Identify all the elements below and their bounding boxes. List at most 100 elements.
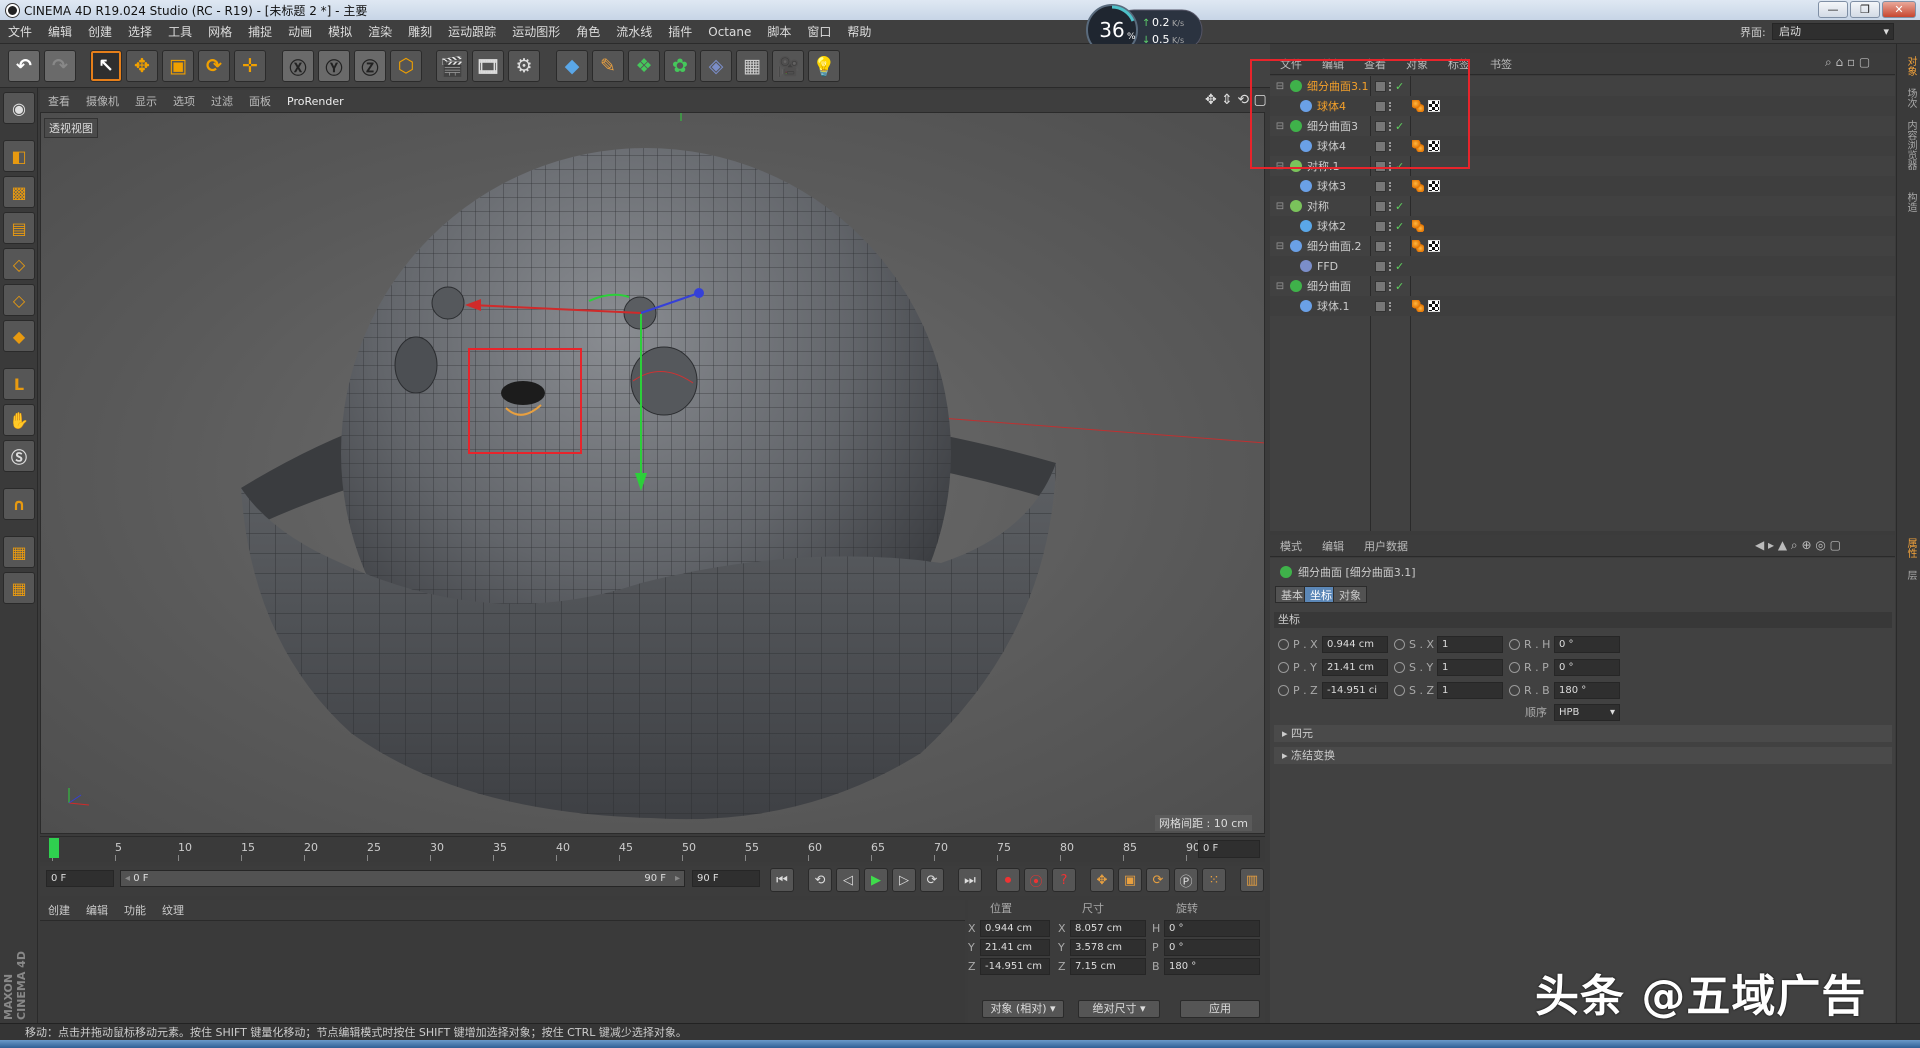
rot-b-radio[interactable] — [1509, 685, 1520, 696]
object-row[interactable]: 球体.1 — [1270, 296, 1895, 316]
tree-toggle-icon[interactable]: ⊟ — [1270, 201, 1290, 212]
coord-mode-select[interactable]: 对象 (相对) ▾ — [982, 1000, 1064, 1018]
render-settings-icon[interactable]: ⚙ — [508, 50, 540, 82]
visibility-toggles[interactable]: ✓ — [1375, 260, 1407, 273]
visibility-toggles[interactable]: ✓ — [1375, 200, 1407, 213]
menu-item[interactable]: Octane — [700, 25, 759, 39]
scale-y-input[interactable]: 1 — [1437, 659, 1503, 676]
menu-item[interactable]: 编辑 — [40, 23, 80, 40]
layer-icon[interactable] — [1375, 280, 1386, 292]
size-mode-select[interactable]: 绝对尺寸 ▾ — [1078, 1000, 1160, 1018]
make-editable-icon[interactable]: ◉ — [3, 92, 35, 124]
tree-toggle-icon[interactable]: ⊟ — [1270, 281, 1290, 292]
editor-render-visibility-icon[interactable] — [1389, 281, 1392, 291]
freeze-transform-expander[interactable]: ▸ 冻结变换 — [1274, 747, 1892, 764]
checker-material-tag-icon[interactable] — [1428, 240, 1440, 252]
planar-workplane-icon[interactable]: ▦ — [3, 572, 35, 604]
menu-item[interactable]: 脚本 — [759, 23, 799, 40]
prev-frame-icon[interactable]: ◁ — [836, 868, 860, 892]
side-tab-takes[interactable]: 场次 — [1900, 88, 1918, 108]
pos-y-input[interactable]: 21.41 cm — [1322, 659, 1388, 676]
phong-tag-icon[interactable] — [1412, 220, 1424, 232]
rot-p-radio[interactable] — [1509, 662, 1520, 673]
coord-size-input[interactable]: 8.057 cm — [1070, 920, 1146, 937]
light-icon[interactable]: 💡 — [808, 50, 840, 82]
layout-select[interactable]: 启动 ▾ — [1772, 23, 1894, 40]
goto-start-icon[interactable]: ⏮ — [770, 868, 794, 892]
coord-size-input[interactable]: 3.578 cm — [1070, 939, 1146, 956]
apply-button[interactable]: 应用 — [1180, 1000, 1260, 1018]
menu-item[interactable]: 创建 — [80, 23, 120, 40]
menu-item[interactable]: 帮助 — [839, 23, 879, 40]
layer-icon[interactable] — [1375, 260, 1386, 272]
menu-item[interactable]: 窗口 — [799, 23, 839, 40]
floor-icon[interactable]: ▦ — [736, 50, 768, 82]
menu-item[interactable]: 文件 — [0, 23, 40, 40]
timeline-ruler[interactable]: 051015202530354045505560657075808590 — [40, 836, 1265, 862]
editor-render-visibility-icon[interactable] — [1389, 221, 1392, 231]
coord-position-input[interactable]: 21.41 cm — [980, 939, 1050, 956]
gizmo-z-handle[interactable] — [694, 288, 704, 298]
side-tab-structure[interactable]: 构造 — [1900, 192, 1918, 212]
minimize-button[interactable]: — — [1818, 1, 1848, 18]
visibility-toggles[interactable]: ✓ — [1375, 220, 1407, 233]
scale-y-radio[interactable] — [1394, 662, 1405, 673]
workplane-mode-icon[interactable]: ▤ — [3, 212, 35, 244]
key-position-icon[interactable]: ✥ — [1090, 868, 1114, 892]
coord-position-input[interactable]: -14.951 cm — [980, 958, 1050, 975]
object-row[interactable]: ⊟ 细分曲面.2 — [1270, 236, 1895, 256]
material-menu-item[interactable]: 功能 — [116, 902, 154, 918]
layer-icon[interactable] — [1375, 300, 1386, 312]
viewport-menu-item[interactable]: 查看 — [40, 93, 78, 109]
subdivision-surface-icon[interactable]: ❖ — [628, 50, 660, 82]
side-tab-attributes[interactable]: 属性 — [1900, 538, 1918, 558]
render-picture-viewer-icon[interactable]: 🎞 — [472, 50, 504, 82]
next-frame-icon[interactable]: ▷ — [892, 868, 916, 892]
live-selection-icon[interactable]: ↖ — [90, 50, 122, 82]
camera-icon[interactable]: 🎥 — [772, 50, 804, 82]
scale-z-input[interactable]: 1 — [1437, 682, 1503, 699]
menu-item[interactable]: 渲染 — [360, 23, 400, 40]
menu-item[interactable]: 模拟 — [320, 23, 360, 40]
viewport-menu-item[interactable]: 摄像机 — [78, 93, 127, 109]
points-mode-icon[interactable]: ◇ — [3, 248, 35, 280]
attribute-nav-icon[interactable]: ◀ ▸ ▲ ⌕ ⊕ ◎ ▢ — [1755, 538, 1841, 553]
phong-tag-icon[interactable] — [1412, 300, 1424, 312]
enabled-check-icon[interactable]: ✓ — [1395, 200, 1404, 213]
rot-p-input[interactable]: 0 ° — [1554, 659, 1620, 676]
pos-x-radio[interactable] — [1278, 639, 1289, 650]
editor-render-visibility-icon[interactable] — [1389, 181, 1392, 191]
object-row[interactable]: ⊟ 细分曲面 ✓ — [1270, 276, 1895, 296]
viewport[interactable] — [40, 112, 1265, 834]
scale-z-radio[interactable] — [1394, 685, 1405, 696]
phong-tag-icon[interactable] — [1412, 240, 1424, 252]
material-menu-item[interactable]: 纹理 — [154, 902, 192, 918]
enabled-check-icon[interactable]: ✓ — [1395, 220, 1404, 233]
menu-item[interactable]: 运动图形 — [504, 23, 568, 40]
viewport-menu-item[interactable]: 面板 — [241, 93, 279, 109]
texture-mode-icon[interactable]: ▩ — [3, 176, 35, 208]
scheme-icon[interactable]: ▥ — [1240, 868, 1264, 892]
model-mode-icon[interactable]: ◧ — [3, 140, 35, 172]
viewport-menu-item[interactable]: ProRender — [279, 95, 352, 108]
play-icon[interactable]: ▶ — [864, 868, 888, 892]
cube-icon[interactable]: ◆ — [556, 50, 588, 82]
coordinate-system-icon[interactable]: ⬡ — [390, 50, 422, 82]
layer-icon[interactable] — [1375, 220, 1386, 232]
viewport-menu-item[interactable]: 选项 — [165, 93, 203, 109]
rotate-icon[interactable]: ⟳ — [198, 50, 230, 82]
coord-rotation-input[interactable]: 0 ° — [1164, 920, 1260, 937]
object-manager-search-icon[interactable]: ⌕ ⌂ ▫ ▢ — [1825, 55, 1870, 70]
magnet-icon[interactable]: ∩ — [3, 488, 35, 520]
cloner-icon[interactable]: ✿ — [664, 50, 696, 82]
key-parameter-icon[interactable]: Ⓟ — [1174, 868, 1198, 892]
current-frame-field[interactable]: 0 F — [1198, 840, 1260, 858]
quaternion-expander[interactable]: ▸ 四元 — [1274, 725, 1892, 742]
viewport-menu-item[interactable]: 过滤 — [203, 93, 241, 109]
rot-b-input[interactable]: 180 ° — [1554, 682, 1620, 699]
key-pla-icon[interactable]: ⁙ — [1202, 868, 1226, 892]
side-tab-content-browser[interactable]: 内容浏览器 — [1900, 120, 1918, 170]
edges-mode-icon[interactable]: ◇ — [3, 284, 35, 316]
move-icon[interactable]: ✥ — [126, 50, 158, 82]
layer-icon[interactable] — [1375, 240, 1386, 252]
